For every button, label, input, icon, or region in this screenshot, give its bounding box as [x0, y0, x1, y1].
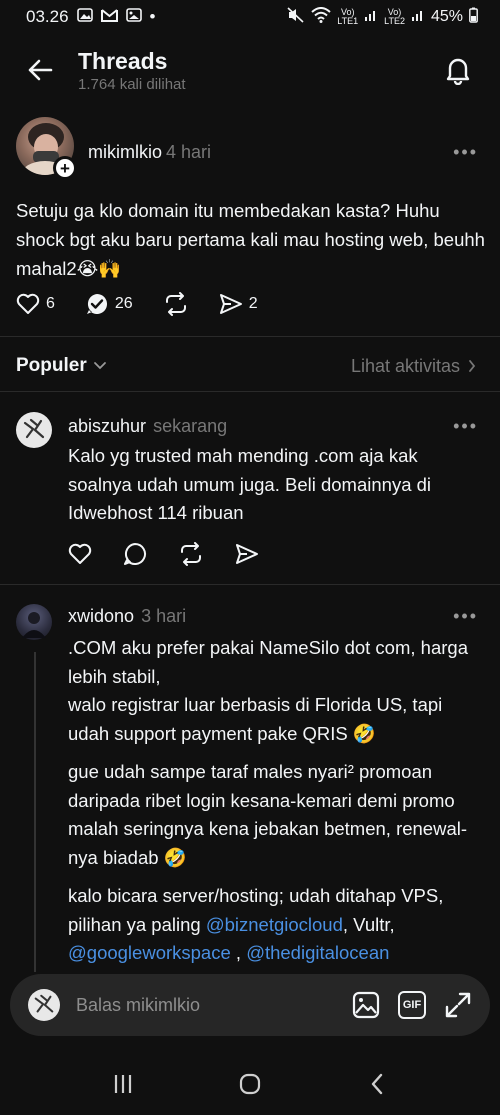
- post-time: 4 hari: [166, 142, 212, 162]
- reply-paragraph: gue udah sampe taraf males nyari² promoa…: [68, 761, 468, 868]
- page-title: Threads: [78, 47, 168, 74]
- more-options-button[interactable]: •••: [453, 416, 478, 437]
- chevron-left-icon: [371, 1073, 382, 1094]
- battery-icon: [469, 7, 478, 28]
- post-username[interactable]: mikimlkio: [88, 142, 162, 162]
- recent-apps-button[interactable]: [93, 1064, 153, 1104]
- reply-count: 26: [114, 295, 133, 312]
- system-nav-bar: [0, 1052, 500, 1115]
- header: Threads 1.764 kali dilihat: [0, 34, 500, 106]
- notification-button[interactable]: [436, 48, 480, 92]
- gallery-icon: [76, 8, 93, 26]
- signal1-icon: [364, 8, 378, 27]
- view-activity-link[interactable]: Lihat aktivitas: [351, 356, 476, 377]
- reply-input[interactable]: Balas mikimlkio: [76, 995, 352, 1016]
- reply-time: 3 hari: [141, 606, 187, 626]
- home-button[interactable]: [220, 1064, 280, 1104]
- follow-plus-button[interactable]: +: [53, 156, 77, 180]
- like-button[interactable]: 6: [16, 293, 55, 315]
- reply-paragraph: kalo bicara server/hosting; udah ditahap…: [68, 882, 478, 968]
- share-button[interactable]: 2: [219, 293, 258, 315]
- send-icon[interactable]: [235, 543, 259, 565]
- reply-username[interactable]: xwidono: [68, 606, 134, 626]
- notification-dot: •: [149, 7, 156, 26]
- post-author[interactable]: mikimlkio 4 hari: [88, 142, 211, 163]
- reply-text: .COM aku prefer pakai NameSilo dot com, …: [68, 634, 478, 968]
- view-count: 1.764 kali dilihat: [78, 75, 186, 93]
- post-actions: 6 26 2: [16, 292, 288, 316]
- arrow-left-icon: [28, 59, 53, 81]
- back-button[interactable]: [18, 48, 62, 92]
- image-picker-icon[interactable]: [352, 991, 380, 1019]
- reply-check-icon: [86, 294, 107, 314]
- bell-icon: [446, 58, 470, 85]
- status-time: 03.26: [26, 7, 69, 26]
- wifi-icon: [311, 6, 331, 28]
- reply-text-fragment: ,: [230, 942, 247, 963]
- mention-link[interactable]: @biznetgiocloud: [206, 914, 343, 935]
- repost-icon[interactable]: [178, 542, 204, 566]
- sim1-label: Vo) LTE1: [337, 7, 359, 26]
- gmail-icon: [100, 8, 118, 26]
- gif-button[interactable]: GIF: [398, 991, 426, 1019]
- repost-icon: [165, 292, 186, 316]
- heart-icon[interactable]: [68, 543, 92, 565]
- expand-icon[interactable]: [444, 991, 472, 1019]
- reply-author[interactable]: xwidono 3 hari: [68, 606, 186, 627]
- status-bar: 03.26 • Vo) LTE1 Vo) LTE2 45%: [0, 0, 500, 34]
- reply-button[interactable]: 26: [85, 292, 133, 316]
- sort-bar: Populer Lihat aktivitas: [0, 348, 500, 384]
- reply-composer[interactable]: Balas mikimlkio GIF: [10, 974, 490, 1036]
- divider: [0, 391, 500, 392]
- mention-link[interactable]: @thedigitalocean: [246, 942, 389, 963]
- signal2-icon: [411, 8, 425, 27]
- activity-label: Lihat aktivitas: [350, 355, 460, 376]
- comment-icon[interactable]: [123, 542, 147, 566]
- post-text: Setuju ga klo domain itu membedakan kast…: [16, 200, 485, 279]
- send-icon: [219, 294, 242, 314]
- repost-button[interactable]: [163, 292, 189, 316]
- reply-username[interactable]: abiszuhur: [68, 416, 146, 436]
- mention-link[interactable]: @googleworkspace: [68, 942, 231, 963]
- reply-time: sekarang: [153, 416, 228, 436]
- heart-icon: [16, 293, 40, 314]
- sort-dropdown[interactable]: Populer: [16, 355, 107, 377]
- sort-label: Populer: [16, 355, 87, 376]
- reply-text-fragment: , Vultr,: [342, 913, 395, 935]
- mute-icon: [287, 6, 305, 28]
- thread-line: [34, 652, 36, 972]
- like-count: 6: [46, 295, 55, 312]
- chevron-down-icon: [93, 362, 106, 370]
- avatar[interactable]: [16, 412, 52, 448]
- more-options-button[interactable]: •••: [453, 142, 478, 163]
- avatar: [28, 989, 60, 1021]
- divider: [0, 584, 500, 585]
- share-count: 2: [248, 295, 258, 312]
- reply-actions: [68, 542, 259, 566]
- reply-text: Kalo yg trusted mah mending .com aja kak…: [68, 445, 432, 523]
- reply-author[interactable]: abiszuhur sekarang: [68, 416, 227, 437]
- battery-percent: 45%: [430, 8, 463, 25]
- home-icon: [239, 1073, 261, 1094]
- reply-paragraph: .COM aku prefer pakai NameSilo dot com, …: [68, 637, 468, 687]
- divider: [0, 336, 500, 337]
- recent-apps-icon: [115, 1074, 132, 1093]
- more-options-button[interactable]: •••: [453, 606, 478, 627]
- image-icon: [125, 8, 142, 26]
- avatar[interactable]: [16, 604, 52, 640]
- sim2-label: Vo) LTE2: [384, 7, 405, 26]
- chevron-right-icon: [469, 360, 476, 372]
- back-nav-button[interactable]: [347, 1064, 407, 1104]
- reply-paragraph: walo registrar luar berbasis di Florida …: [68, 694, 443, 744]
